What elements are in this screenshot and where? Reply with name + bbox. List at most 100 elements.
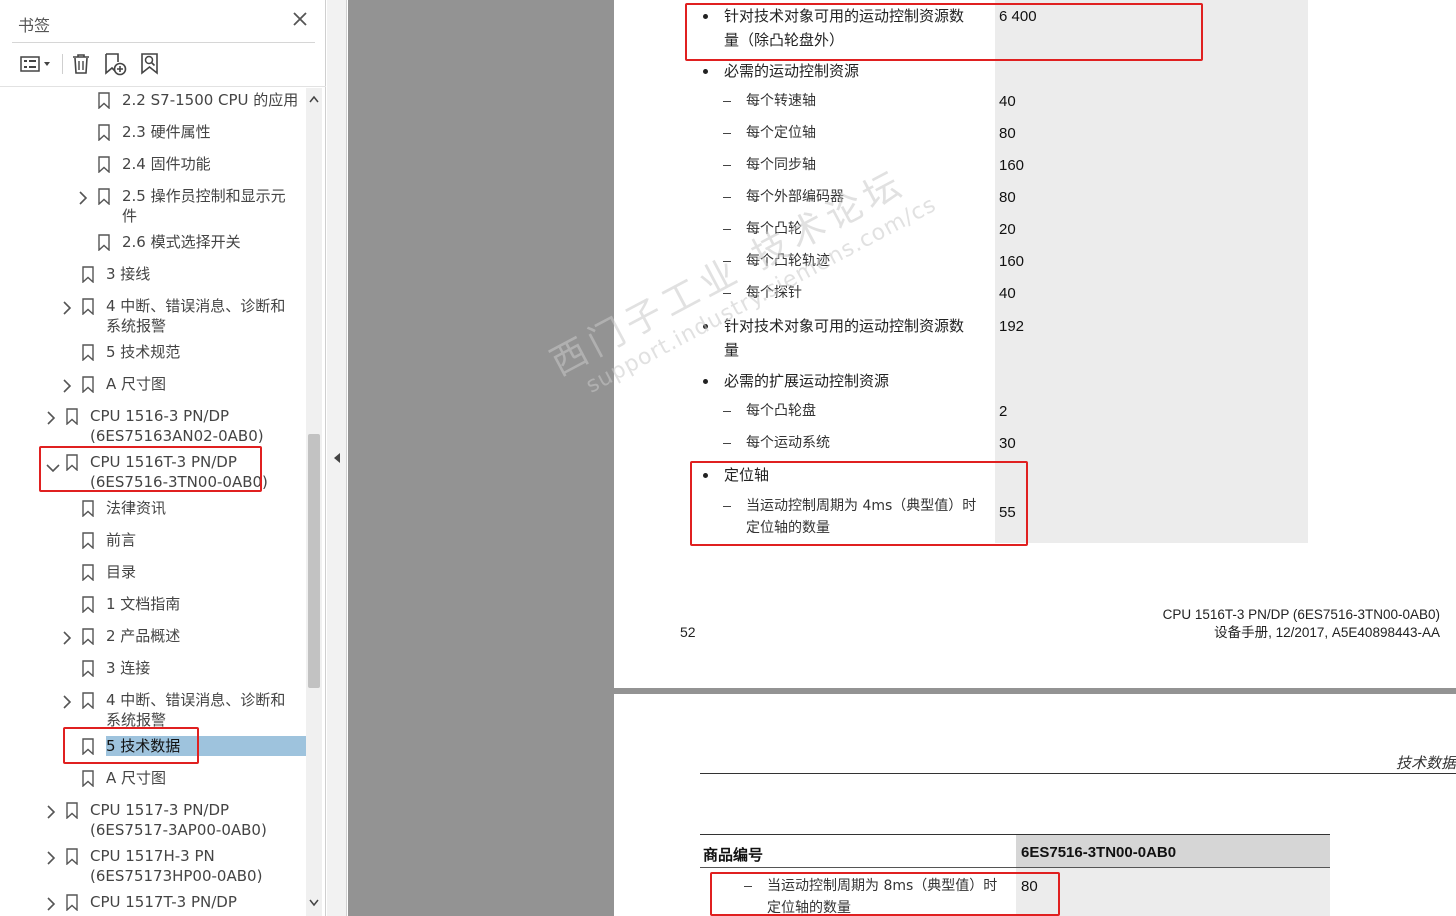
chevron-right-icon[interactable] xyxy=(62,694,74,709)
bookmark-item[interactable]: A 尺寸图 xyxy=(0,372,306,402)
scroll-up-icon[interactable] xyxy=(306,92,322,106)
bookmark-icon xyxy=(82,660,94,678)
bookmark-item[interactable]: CPU 1517T-3 PN/DP xyxy=(0,890,306,916)
row-value: 40 xyxy=(999,285,1016,302)
bookmark-label: 1 文档指南 xyxy=(106,595,181,613)
bookmark-icon xyxy=(82,298,94,316)
row-value: 80 xyxy=(999,189,1016,206)
bookmark-icon xyxy=(66,848,78,866)
bookmark-item[interactable]: 前言 xyxy=(0,528,306,558)
bullet-marker xyxy=(703,473,708,478)
bookmark-label-continued: (6ES7516-3TN00-0AB0) xyxy=(90,473,268,491)
bookmark-item[interactable]: 2.2 S7-1500 CPU 的应用 xyxy=(0,88,306,118)
bookmark-item[interactable]: 法律资讯 xyxy=(0,496,306,526)
bookmark-item[interactable]: 3 接线 xyxy=(0,262,306,292)
bookmark-item[interactable]: 2.6 模式选择开关 xyxy=(0,230,306,260)
row-value: 160 xyxy=(999,157,1025,174)
chevron-right-icon[interactable] xyxy=(46,896,58,911)
bookmark-label-continued: 系统报警 xyxy=(106,317,167,335)
bookmarks-panel: 书签 2.2 S7-1500 CPU 的应用 2.3 硬件属性 2.4 固件功能… xyxy=(0,0,326,916)
bookmark-icon xyxy=(98,234,110,252)
bookmark-label: 4 中断、错误消息、诊断和 xyxy=(106,691,286,709)
close-icon[interactable] xyxy=(289,8,311,30)
scrollbar[interactable] xyxy=(306,88,322,916)
bookmark-label: 2.6 模式选择开关 xyxy=(122,233,241,251)
chevron-down-icon[interactable] xyxy=(46,458,60,473)
bookmark-label: CPU 1516-3 PN/DP xyxy=(90,407,230,425)
header-rule xyxy=(700,773,1456,774)
row-text: 每个凸轮盘 xyxy=(746,403,816,419)
divider xyxy=(12,42,315,43)
table-row-separator xyxy=(700,867,1330,868)
chevron-right-icon[interactable] xyxy=(62,630,74,645)
bookmark-item[interactable]: 3 连接 xyxy=(0,656,306,686)
table-value-cell xyxy=(1016,867,1330,916)
bookmark-item[interactable]: CPU 1517H-3 PN (6ES75173HP00-0AB0) xyxy=(0,844,306,890)
find-bookmark-icon[interactable] xyxy=(138,51,162,77)
dash-marker xyxy=(723,229,731,230)
delete-bookmark-icon[interactable] xyxy=(70,51,92,77)
bookmark-label-continued: 件 xyxy=(122,207,138,225)
row-text: 每个转速轴 xyxy=(746,93,816,109)
bookmark-icon xyxy=(82,500,94,518)
bookmark-label: 3 接线 xyxy=(106,265,151,283)
chevron-right-icon[interactable] xyxy=(78,190,90,205)
new-bookmark-icon[interactable] xyxy=(102,51,128,77)
bookmark-label-continued: (6ES75163AN02-0AB0) xyxy=(90,427,264,445)
bookmark-label-continued: (6ES75173HP00-0AB0) xyxy=(90,867,263,885)
bookmark-label: A 尺寸图 xyxy=(106,375,167,393)
bookmark-item[interactable]: 目录 xyxy=(0,560,306,590)
bookmark-item[interactable]: CPU 1516T-3 PN/DP (6ES7516-3TN00-0AB0) xyxy=(0,450,306,496)
bookmark-item[interactable]: 1 文档指南 xyxy=(0,592,306,622)
row-value: 55 xyxy=(999,504,1016,521)
bookmark-label: A 尺寸图 xyxy=(106,769,167,787)
dash-marker xyxy=(723,165,731,166)
row-text: 针对技术对象可用的运动控制资源数 xyxy=(724,317,965,335)
bookmark-label-continued: (6ES7517-3AP00-0AB0) xyxy=(90,821,267,839)
options-menu-icon[interactable] xyxy=(16,51,56,77)
footer-subtitle-line: 设备手册, 12/2017, A5E40898443-AA xyxy=(1214,625,1440,640)
row-value: 160 xyxy=(999,253,1025,270)
row-text: 必需的运动控制资源 xyxy=(724,62,860,80)
dash-marker xyxy=(723,443,731,444)
bookmark-item[interactable]: A 尺寸图 xyxy=(0,766,306,796)
bookmark-label: 目录 xyxy=(106,563,137,581)
row-value: 20 xyxy=(999,221,1016,238)
scroll-down-icon[interactable] xyxy=(306,896,322,910)
row-value: 40 xyxy=(999,93,1016,110)
chevron-right-icon[interactable] xyxy=(46,804,58,819)
bookmark-item[interactable]: 5 技术规范 xyxy=(0,340,306,370)
row-value: 80 xyxy=(999,125,1016,142)
chevron-right-icon[interactable] xyxy=(46,850,58,865)
dash-marker xyxy=(723,133,731,134)
bookmark-label-continued: 系统报警 xyxy=(106,711,167,729)
bookmark-item[interactable]: 2 产品概述 xyxy=(0,624,306,654)
bookmark-label: CPU 1517H-3 PN xyxy=(90,847,215,865)
chevron-right-icon[interactable] xyxy=(62,378,74,393)
bookmark-item[interactable]: 4 中断、错误消息、诊断和 系统报警 xyxy=(0,688,306,734)
chevron-right-icon[interactable] xyxy=(46,410,58,425)
bullet-marker xyxy=(703,379,708,384)
scrollbar-thumb[interactable] xyxy=(308,434,320,688)
bookmark-item[interactable]: 5 技术数据 xyxy=(0,734,306,764)
bullet-marker xyxy=(703,14,708,19)
bookmark-item[interactable]: 4 中断、错误消息、诊断和 系统报警 xyxy=(0,294,306,340)
row-text-continued: 定位轴的数量 xyxy=(746,520,830,536)
row-text: 每个凸轮轨迹 xyxy=(746,253,830,269)
bookmark-item[interactable]: 2.5 操作员控制和显示元件 xyxy=(0,184,306,230)
bookmark-item[interactable]: 2.4 固件功能 xyxy=(0,152,306,182)
chevron-right-icon[interactable] xyxy=(62,300,74,315)
bookmark-item[interactable]: 2.3 硬件属性 xyxy=(0,120,306,150)
dash-marker xyxy=(723,293,731,294)
bookmark-icon xyxy=(82,738,94,756)
row-text: 针对技术对象可用的运动控制资源数 xyxy=(724,7,965,25)
bookmark-item[interactable]: CPU 1517-3 PN/DP (6ES7517-3AP00-0AB0) xyxy=(0,798,306,844)
row-value: 2 xyxy=(999,403,1008,420)
collapse-panel-handle[interactable] xyxy=(327,0,347,916)
bookmark-item[interactable]: CPU 1516-3 PN/DP (6ES75163AN02-0AB0) xyxy=(0,404,306,450)
dash-marker xyxy=(723,261,731,262)
row-value: 80 xyxy=(1021,878,1038,895)
bookmark-label: 5 技术规范 xyxy=(106,343,181,361)
panel-title: 书签 xyxy=(18,16,51,35)
dash-marker xyxy=(723,411,731,412)
